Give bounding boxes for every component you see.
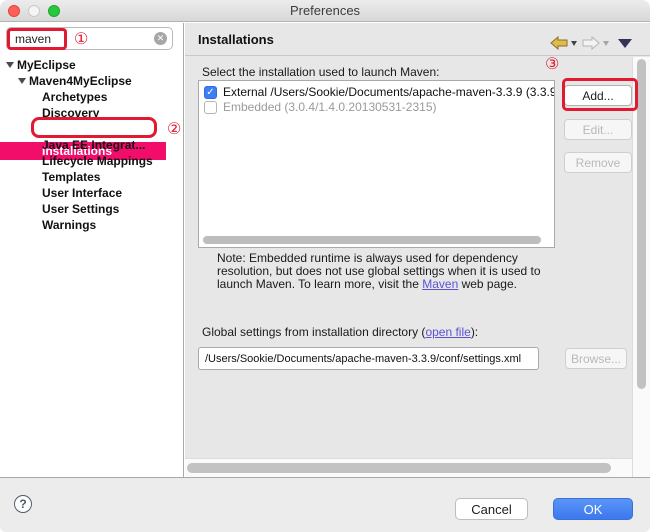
forward-arrow-icon[interactable]	[582, 36, 600, 50]
title-bar: Preferences	[0, 0, 650, 22]
panel-vertical-scrollbar[interactable]	[637, 59, 646, 389]
history-nav	[550, 35, 640, 53]
tree-item-label: User Settings	[42, 201, 119, 217]
sidebar-item-warnings[interactable]: Warnings	[0, 217, 184, 233]
disclosure-triangle-icon[interactable]	[6, 62, 14, 68]
sidebar-item-lifecycle-mappings[interactable]: Lifecycle Mappings	[0, 153, 184, 169]
browse-button[interactable]: Browse...	[565, 348, 627, 369]
preferences-tree: MyEclipse Maven4MyEclipse Archetypes Dis…	[0, 23, 184, 477]
tree-item-label: Warnings	[42, 217, 96, 233]
back-arrow-icon[interactable]	[550, 36, 568, 50]
embedded-runtime-note: Note: Embedded runtime is always used fo…	[217, 252, 577, 291]
edit-button[interactable]: Edit...	[564, 119, 632, 140]
global-label-end: ):	[471, 325, 478, 339]
forward-menu-caret-icon[interactable]	[603, 41, 609, 46]
global-label-text: Global settings from installation direct…	[202, 325, 425, 339]
disclosure-triangle-icon[interactable]	[18, 78, 26, 84]
sidebar-item-templates[interactable]: Templates	[0, 169, 184, 185]
tree-item-label: MyEclipse	[17, 57, 76, 73]
view-menu-icon[interactable]	[618, 39, 632, 48]
sidebar-item-archetypes[interactable]: Archetypes	[0, 89, 184, 105]
ok-button[interactable]: OK	[553, 498, 633, 520]
panel-horizontal-scrollbar[interactable]	[187, 463, 611, 473]
list-horizontal-scrollbar[interactable]	[203, 236, 541, 244]
installations-panel: Installations Select the installation us…	[185, 23, 650, 477]
remove-button[interactable]: Remove	[564, 152, 632, 173]
tree-item-label: User Interface	[42, 185, 122, 201]
back-menu-caret-icon[interactable]	[571, 41, 577, 46]
open-file-link[interactable]: open file	[425, 325, 470, 339]
help-button[interactable]: ?	[14, 495, 32, 513]
preferences-sidebar: maven ✕ MyEclipse Maven4MyEclipse Archet…	[0, 23, 184, 477]
checkbox-unchecked-icon[interactable]	[204, 101, 217, 114]
checkbox-checked-icon[interactable]: ✓	[204, 86, 217, 99]
tree-item-label: Discovery	[42, 105, 99, 121]
panel-horizontal-scrollbar-track	[185, 458, 632, 477]
panel-vertical-scrollbar-track	[632, 57, 650, 477]
sidebar-item-maven4myeclipse[interactable]: Maven4MyEclipse	[0, 73, 184, 89]
tree-item-label: Java EE Integrat...	[42, 137, 145, 153]
note-line-1: Note: Embedded runtime is always used fo…	[217, 251, 518, 265]
installation-row-external[interactable]: ✓ External /Users/Sookie/Documents/apach…	[199, 85, 554, 100]
global-settings-label: Global settings from installation direct…	[202, 325, 478, 339]
installations-list: ✓ External /Users/Sookie/Documents/apach…	[198, 80, 555, 248]
tree-item-label: Templates	[42, 169, 100, 185]
note-line-3-end: web page.	[458, 277, 517, 291]
add-button[interactable]: Add...	[564, 85, 632, 106]
installation-row-embedded[interactable]: Embedded (3.0.4/1.4.0.20130531-2315)	[199, 100, 554, 115]
tree-item-label: Archetypes	[42, 89, 107, 105]
maven-link[interactable]: Maven	[422, 277, 458, 291]
select-installation-label: Select the installation used to launch M…	[202, 65, 439, 79]
installation-label: Embedded (3.0.4/1.4.0.20130531-2315)	[223, 100, 437, 115]
dialog-footer: ? Cancel OK	[0, 477, 650, 532]
sidebar-item-user-interface[interactable]: User Interface	[0, 185, 184, 201]
settings-path-value: /Users/Sookie/Documents/apache-maven-3.3…	[205, 353, 521, 365]
note-line-2: resolution, but does not use global sett…	[217, 264, 541, 278]
tree-item-label: Maven4MyEclipse	[29, 73, 132, 89]
installation-label: External /Users/Sookie/Documents/apache-…	[223, 85, 554, 100]
preferences-window: Preferences maven ✕ MyEclipse Maven4MyEc…	[0, 0, 650, 532]
sidebar-item-user-settings[interactable]: User Settings	[0, 201, 184, 217]
page-title: Installations	[198, 32, 274, 47]
note-line-3: launch Maven. To learn more, visit the	[217, 277, 422, 291]
panel-header: Installations	[185, 23, 650, 56]
cancel-button[interactable]: Cancel	[455, 498, 528, 520]
settings-path-field[interactable]: /Users/Sookie/Documents/apache-maven-3.3…	[198, 347, 539, 370]
sidebar-item-discovery[interactable]: Discovery	[0, 105, 184, 121]
sidebar-item-java-ee-integration[interactable]: Java EE Integrat...	[0, 137, 184, 153]
sidebar-item-myeclipse[interactable]: MyEclipse	[0, 57, 184, 73]
tree-item-label: Lifecycle Mappings	[42, 153, 153, 169]
window-title: Preferences	[0, 3, 650, 18]
